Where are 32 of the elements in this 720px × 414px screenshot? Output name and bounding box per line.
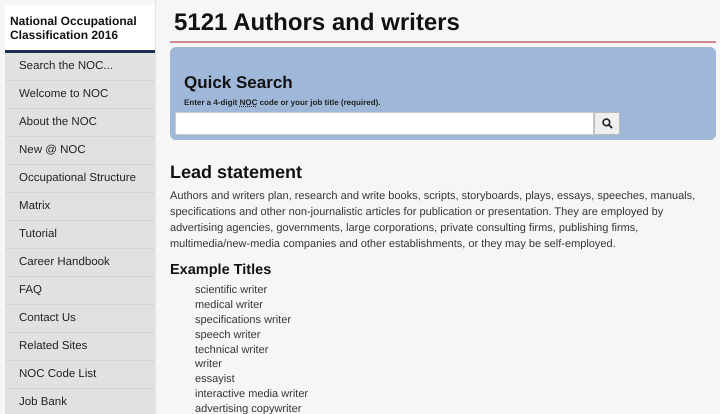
- sidebar-link[interactable]: Occupational Structure: [5, 165, 155, 193]
- search-title: Quick Search: [184, 73, 294, 94]
- sidebar-link[interactable]: FAQ: [5, 277, 155, 305]
- sidebar-link[interactable]: New @ NOC: [5, 137, 155, 165]
- example-title: speech writer: [195, 328, 262, 343]
- search-icon: [602, 118, 612, 130]
- example-title: specifications writer: [195, 312, 292, 328]
- section-heading: Lead statement: [170, 162, 304, 184]
- sidebar-link[interactable]: Contact Us: [5, 305, 155, 333]
- search-hint: Enter a 4-digit NOC code or your job title (required).: [184, 97, 382, 110]
- sidebar-link[interactable]: NOC Code List: [5, 361, 155, 389]
- example-title: technical writer: [195, 342, 270, 358]
- sidebar-link[interactable]: Welcome to NOC: [5, 81, 155, 109]
- search-field[interactable]: [175, 112, 594, 136]
- sidebar-link[interactable]: Career Handbook: [5, 249, 155, 277]
- lead-paragraph: Authors and writers plan, research and write books, scripts, storyboards, plays, essays, speeches, manuals, specifications and other non-journalistic articles for publication or presentation. They are employed by advertising agencies, governments, large corporations, private consulting firms, publishing firms, multimedia/new-media companies and other establishments, or they may be self-employed.: [170, 188, 696, 252]
- sidebar-link[interactable]: Tutorial: [5, 221, 155, 249]
- example-title: advertising copywriter: [195, 402, 302, 414]
- example-title: interactive media writer: [195, 386, 310, 402]
- example-title: scientific writer: [195, 283, 268, 298]
- site-title: National Occupational Classification 2016: [5, 5, 155, 53]
- page-title: 5121 Authors and writers: [170, 6, 716, 43]
- example-title: medical writer: [195, 298, 264, 313]
- search-button[interactable]: [594, 112, 620, 136]
- sidebar-link[interactable]: Job Bank: [5, 389, 155, 414]
- example-title: writer: [195, 357, 223, 372]
- sidebar-link[interactable]: Matrix: [5, 193, 155, 221]
- section-heading: Example Titles: [170, 262, 272, 280]
- example-title: essayist: [195, 372, 236, 387]
- sidebar-link[interactable]: Related Sites: [5, 333, 155, 361]
- sidebar-link[interactable]: Search the NOC...: [5, 53, 155, 81]
- sidebar-link[interactable]: About the NOC: [5, 109, 155, 137]
